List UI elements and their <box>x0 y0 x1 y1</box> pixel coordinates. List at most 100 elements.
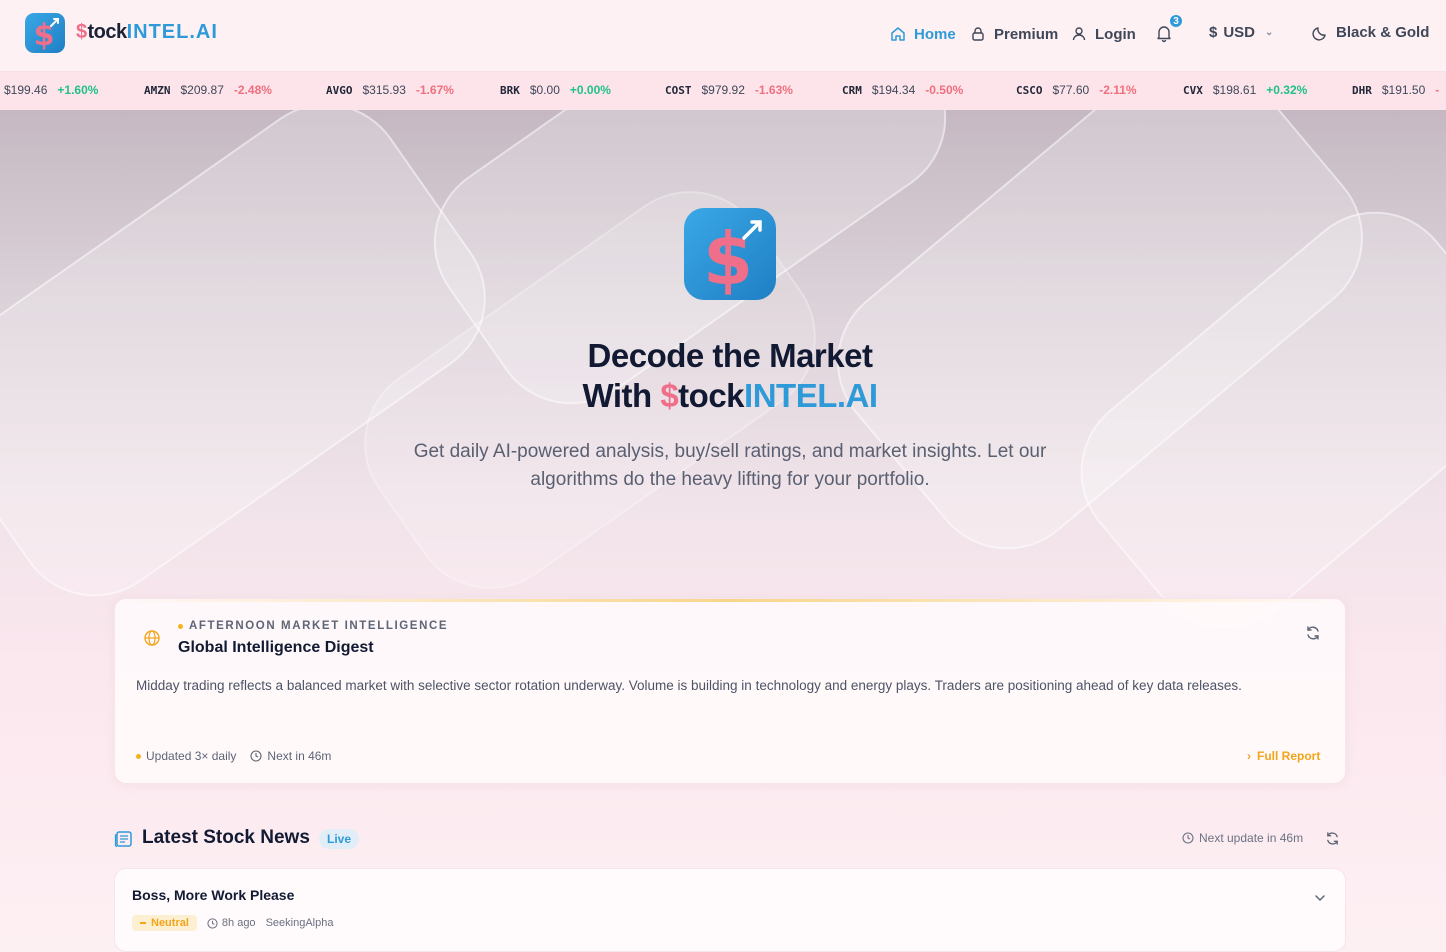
hero-headline-line2: With $tockINTEL.AI <box>0 376 1446 416</box>
currency-selector[interactable]: $ USD ⌄ <box>1209 24 1273 41</box>
ticker-item[interactable]: CVX $198.61 +0.32% <box>1183 83 1307 97</box>
ticker-change: -2.48% <box>233 83 272 97</box>
nav-home-label: Home <box>914 25 956 43</box>
news-section-title: Latest Stock News <box>142 827 310 848</box>
brand-tock: tock <box>87 21 127 43</box>
ticker-price: $194.34 <box>871 83 916 97</box>
ticker-price: $77.60 <box>1052 83 1090 97</box>
refresh-icon[interactable] <box>1305 625 1321 641</box>
newspaper-icon <box>114 831 132 848</box>
sentiment-badge: Neutral <box>132 915 197 931</box>
nav-login-link[interactable]: Login <box>1071 24 1136 44</box>
chevron-down-icon: ⌄ <box>1265 27 1274 38</box>
live-badge: Live <box>319 829 360 849</box>
ticker-change: +1.60% <box>57 83 99 97</box>
ticker-change: +0.32% <box>1266 83 1308 97</box>
ticker-symbol: COST <box>665 83 692 97</box>
ticker-item[interactable]: DHR $191.50- <box>1352 83 1439 97</box>
ticker-item[interactable]: BRK $0.00 +0.00% <box>500 83 611 97</box>
ticker-change: -0.50% <box>925 83 964 97</box>
hero-section: $ Decode the Market With $tockINTEL.AI G… <box>0 110 1446 952</box>
ticker-item[interactable]: $199.46 +1.60% <box>4 83 98 97</box>
sentiment-text: Neutral <box>151 917 189 929</box>
brand-name[interactable]: $tockINTEL.AI <box>76 21 218 44</box>
status-dot <box>178 623 183 629</box>
clock-icon <box>1182 832 1194 844</box>
hero-subtitle: Get daily AI-powered analysis, buy/sell … <box>413 441 1047 490</box>
nav-premium-label: Premium <box>994 25 1059 43</box>
full-report-link[interactable]: › Full Report <box>1247 749 1320 763</box>
ticker-change: -1.63% <box>754 83 793 97</box>
ticker-price: $191.50 <box>1381 83 1426 97</box>
nav-login-label: Login <box>1095 25 1136 43</box>
hero-brand-dollar: $ <box>660 377 679 414</box>
digest-next-update: Next in 46m <box>250 749 331 763</box>
ticker-price: $199.46 <box>4 83 48 97</box>
news-meta: Neutral 8h ago SeekingAlpha <box>132 915 333 931</box>
svg-text:$: $ <box>703 217 753 301</box>
ticker-item[interactable]: AVGO $315.93 -1.67% <box>326 83 454 97</box>
theme-toggle[interactable]: Black & Gold <box>1312 24 1429 41</box>
ticker-symbol: CRM <box>842 83 862 97</box>
theme-label: Black & Gold <box>1336 24 1430 41</box>
hero-with: With <box>582 377 661 414</box>
digest-meta: Updated 3× daily Next in 46m <box>136 749 331 763</box>
ticker-item[interactable]: AMZN $209.87 -2.48% <box>144 83 272 97</box>
currency-code: USD <box>1223 24 1256 41</box>
ticker-symbol: AMZN <box>144 83 171 97</box>
status-dot <box>136 753 141 759</box>
digest-eyebrow: AFTERNOON MARKET INTELLIGENCE <box>178 620 448 632</box>
brand-logo-icon[interactable]: $ <box>24 12 66 54</box>
ticker-change: - <box>1435 83 1440 97</box>
digest-body: Midday trading reflects a balanced marke… <box>136 678 1242 693</box>
hero-headline-line1: Decode the Market <box>587 337 873 374</box>
digest-updated-text: Updated 3× daily <box>146 749 237 763</box>
market-digest-card: AFTERNOON MARKET INTELLIGENCE Global Int… <box>114 598 1346 784</box>
news-next-update-text: Next update in 46m <box>1199 831 1304 845</box>
news-headline[interactable]: Boss, More Work Please <box>132 887 294 903</box>
chevron-down-icon[interactable] <box>1313 891 1327 905</box>
moon-icon <box>1312 26 1326 41</box>
ticker-symbol: BRK <box>500 83 520 97</box>
ticker-symbol: CSCO <box>1016 83 1043 97</box>
hero-logo-icon: $ <box>684 208 776 301</box>
hero-brand-tock: tock <box>678 377 745 414</box>
digest-next-text: Next in 46m <box>267 749 332 763</box>
full-report-label: Full Report <box>1257 749 1321 763</box>
top-header: $ $tockINTEL.AI Home Premium Login 3 $ U… <box>0 0 1446 72</box>
nav-home-link[interactable]: Home <box>890 24 956 44</box>
brand-intel: INTEL.AI <box>126 21 218 43</box>
digest-update-frequency: Updated 3× daily <box>136 749 236 763</box>
refresh-icon[interactable] <box>1325 831 1340 846</box>
lock-icon <box>972 27 984 41</box>
chevron-right-icon: › <box>1247 749 1251 763</box>
digest-title: Global Intelligence Digest <box>178 639 374 656</box>
ticker-symbol: AVGO <box>326 83 353 97</box>
ticker-change: +0.00% <box>569 83 611 97</box>
ticker-price: $315.93 <box>362 83 406 97</box>
currency-symbol: $ <box>1209 24 1218 41</box>
news-source: SeekingAlpha <box>265 917 334 929</box>
clock-icon <box>250 750 262 762</box>
news-age: 8h ago <box>207 917 256 929</box>
hero-headline: Decode the Market With $tockINTEL.AI <box>0 336 1446 416</box>
ticker-item[interactable]: CSCO $77.60 -2.11% <box>1016 83 1137 97</box>
user-icon <box>1072 27 1086 41</box>
dash-icon <box>140 922 146 924</box>
card-accent-line <box>115 599 1345 602</box>
ticker-price: $209.87 <box>180 83 224 97</box>
news-list-item[interactable]: Boss, More Work Please Neutral 8h ago Se… <box>114 868 1346 952</box>
nav-premium-link[interactable]: Premium <box>970 24 1058 44</box>
stock-ticker-strip: $199.46 +1.60% AMZN $209.87 -2.48% AVGO $315.9… <box>0 72 1446 110</box>
ticker-symbol: DHR <box>1352 83 1372 97</box>
digest-eyebrow-text: AFTERNOON MARKET INTELLIGENCE <box>189 620 449 632</box>
ticker-change: -1.67% <box>415 83 454 97</box>
ticker-price: $0.00 <box>529 83 560 97</box>
ticker-symbol: CVX <box>1183 83 1203 97</box>
ticker-item[interactable]: CRM $194.34 -0.50% <box>842 83 963 97</box>
ticker-item[interactable]: COST $979.92 -1.63% <box>665 83 793 97</box>
globe-icon <box>144 630 160 646</box>
home-icon <box>891 27 905 41</box>
news-age-text: 8h ago <box>221 917 256 929</box>
ticker-price: $979.92 <box>701 83 745 97</box>
